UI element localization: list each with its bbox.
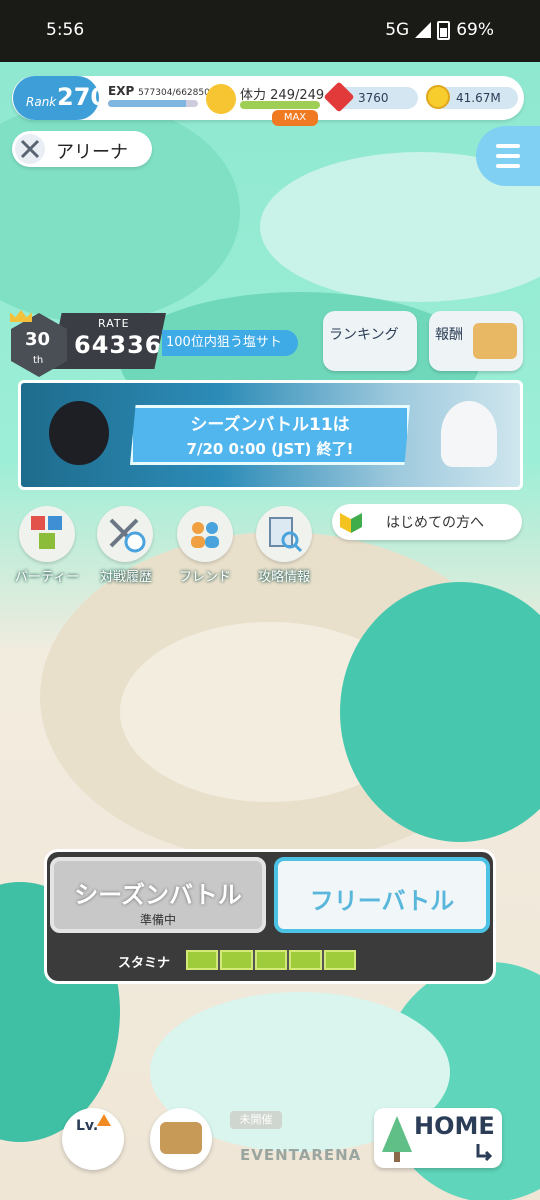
stamina-gauge xyxy=(186,950,357,970)
return-arrow-icon xyxy=(476,1144,493,1162)
chest-button[interactable] xyxy=(150,1108,212,1170)
max-tag: MAX xyxy=(272,110,318,126)
stamina-segment xyxy=(220,950,253,970)
tree-icon xyxy=(382,1116,412,1162)
treasure-chest-icon xyxy=(473,323,517,359)
free-battle-label: フリーバトル xyxy=(309,887,455,915)
stamina-gauge-label: スタミナ xyxy=(118,956,171,971)
level-up-icon xyxy=(97,1114,111,1126)
exp-bar-fill xyxy=(108,100,187,107)
season-battle-button[interactable]: シーズンバトル 準備中 xyxy=(50,857,266,933)
stamina-bar xyxy=(240,101,320,109)
rewards-button[interactable]: 報酬 xyxy=(429,311,523,371)
party-label: パーティー xyxy=(14,570,80,585)
strategy-info-button[interactable] xyxy=(256,506,312,562)
season-battle-status: 準備中 xyxy=(139,913,176,927)
menu-button[interactable] xyxy=(476,126,540,186)
banner-line2: 7/20 0:00 (JST) 終了! xyxy=(186,440,354,458)
rate-panel: RATE 64336 xyxy=(50,313,166,369)
treasure-chest-icon xyxy=(160,1122,202,1154)
arena-badge: アリーナ xyxy=(12,131,152,167)
crossed-swords-icon xyxy=(15,134,45,164)
exp-bar xyxy=(108,100,198,107)
event-arena-label: EVENTARENA xyxy=(240,1146,362,1164)
season-battle-label: シーズンバトル xyxy=(74,881,242,909)
status-right: 5G 69% xyxy=(385,20,494,40)
party-button[interactable] xyxy=(19,506,75,562)
friends-icon xyxy=(191,522,219,548)
dark-ghost-character xyxy=(49,401,109,465)
stamina-segment xyxy=(289,950,322,970)
free-battle-button[interactable]: フリーバトル xyxy=(274,857,490,933)
stamina-segment xyxy=(186,950,219,970)
rewards-label: 報酬 xyxy=(435,327,463,343)
beginner-guide-button[interactable]: はじめての方へ xyxy=(332,504,522,540)
coin-icon xyxy=(426,85,450,109)
home-label: HOME xyxy=(414,1112,495,1140)
battle-history-label: 対戦履歴 xyxy=(99,570,152,585)
signal-icon xyxy=(415,22,432,38)
rate-value: 64336 xyxy=(74,331,163,359)
battery-percent: 69% xyxy=(456,20,494,40)
stamina-segment xyxy=(323,950,357,970)
player-title: 100位内狙う塩サト xyxy=(162,330,298,356)
banner-line1: シーズンバトル11は xyxy=(190,415,350,435)
strategy-info-label: 攻略情報 xyxy=(257,570,310,585)
stamina-icon xyxy=(206,84,236,114)
network-label: 5G xyxy=(385,20,410,40)
event-status-tag: 未開催 xyxy=(230,1111,282,1129)
stamina-segment xyxy=(254,950,288,970)
status-bar: 5:56 5G 69% xyxy=(0,0,540,62)
friends-button[interactable] xyxy=(177,506,233,562)
battle-history-icon xyxy=(109,518,146,553)
rate-label: RATE xyxy=(98,317,130,330)
rank-label: Rank xyxy=(26,95,57,109)
beginner-guide-label: はじめての方へ xyxy=(386,515,484,531)
rank-value: 270 xyxy=(57,83,108,111)
status-time: 5:56 xyxy=(46,20,85,40)
level-up-button[interactable]: Lv. xyxy=(62,1108,124,1170)
white-ghost-character xyxy=(441,401,497,467)
ranking-button[interactable]: ランキング xyxy=(323,311,417,371)
rank-badge: Rank 270 xyxy=(13,76,107,120)
arena-label: アリーナ xyxy=(56,142,128,163)
battle-history-button[interactable] xyxy=(97,506,153,562)
exp-value: 577304/662850 xyxy=(138,88,210,98)
rank-position: 30 xyxy=(25,329,51,350)
battery-icon xyxy=(437,20,451,40)
rank-suffix: th xyxy=(33,355,44,366)
friends-label: フレンド xyxy=(178,570,231,585)
arena-background xyxy=(0,62,540,1200)
strategy-info-icon xyxy=(269,517,303,553)
ranking-label: ランキング xyxy=(329,327,399,343)
exp-readout: EXP 577304/662850 xyxy=(108,84,210,98)
level-up-label: Lv. xyxy=(76,1118,99,1134)
party-icon xyxy=(31,516,62,549)
home-button[interactable]: HOME xyxy=(374,1108,502,1168)
exp-label: EXP xyxy=(108,84,135,98)
beginner-leaf-icon xyxy=(340,513,362,533)
banner-message: シーズンバトル11は 7/20 0:00 (JST) 終了! xyxy=(130,405,410,465)
